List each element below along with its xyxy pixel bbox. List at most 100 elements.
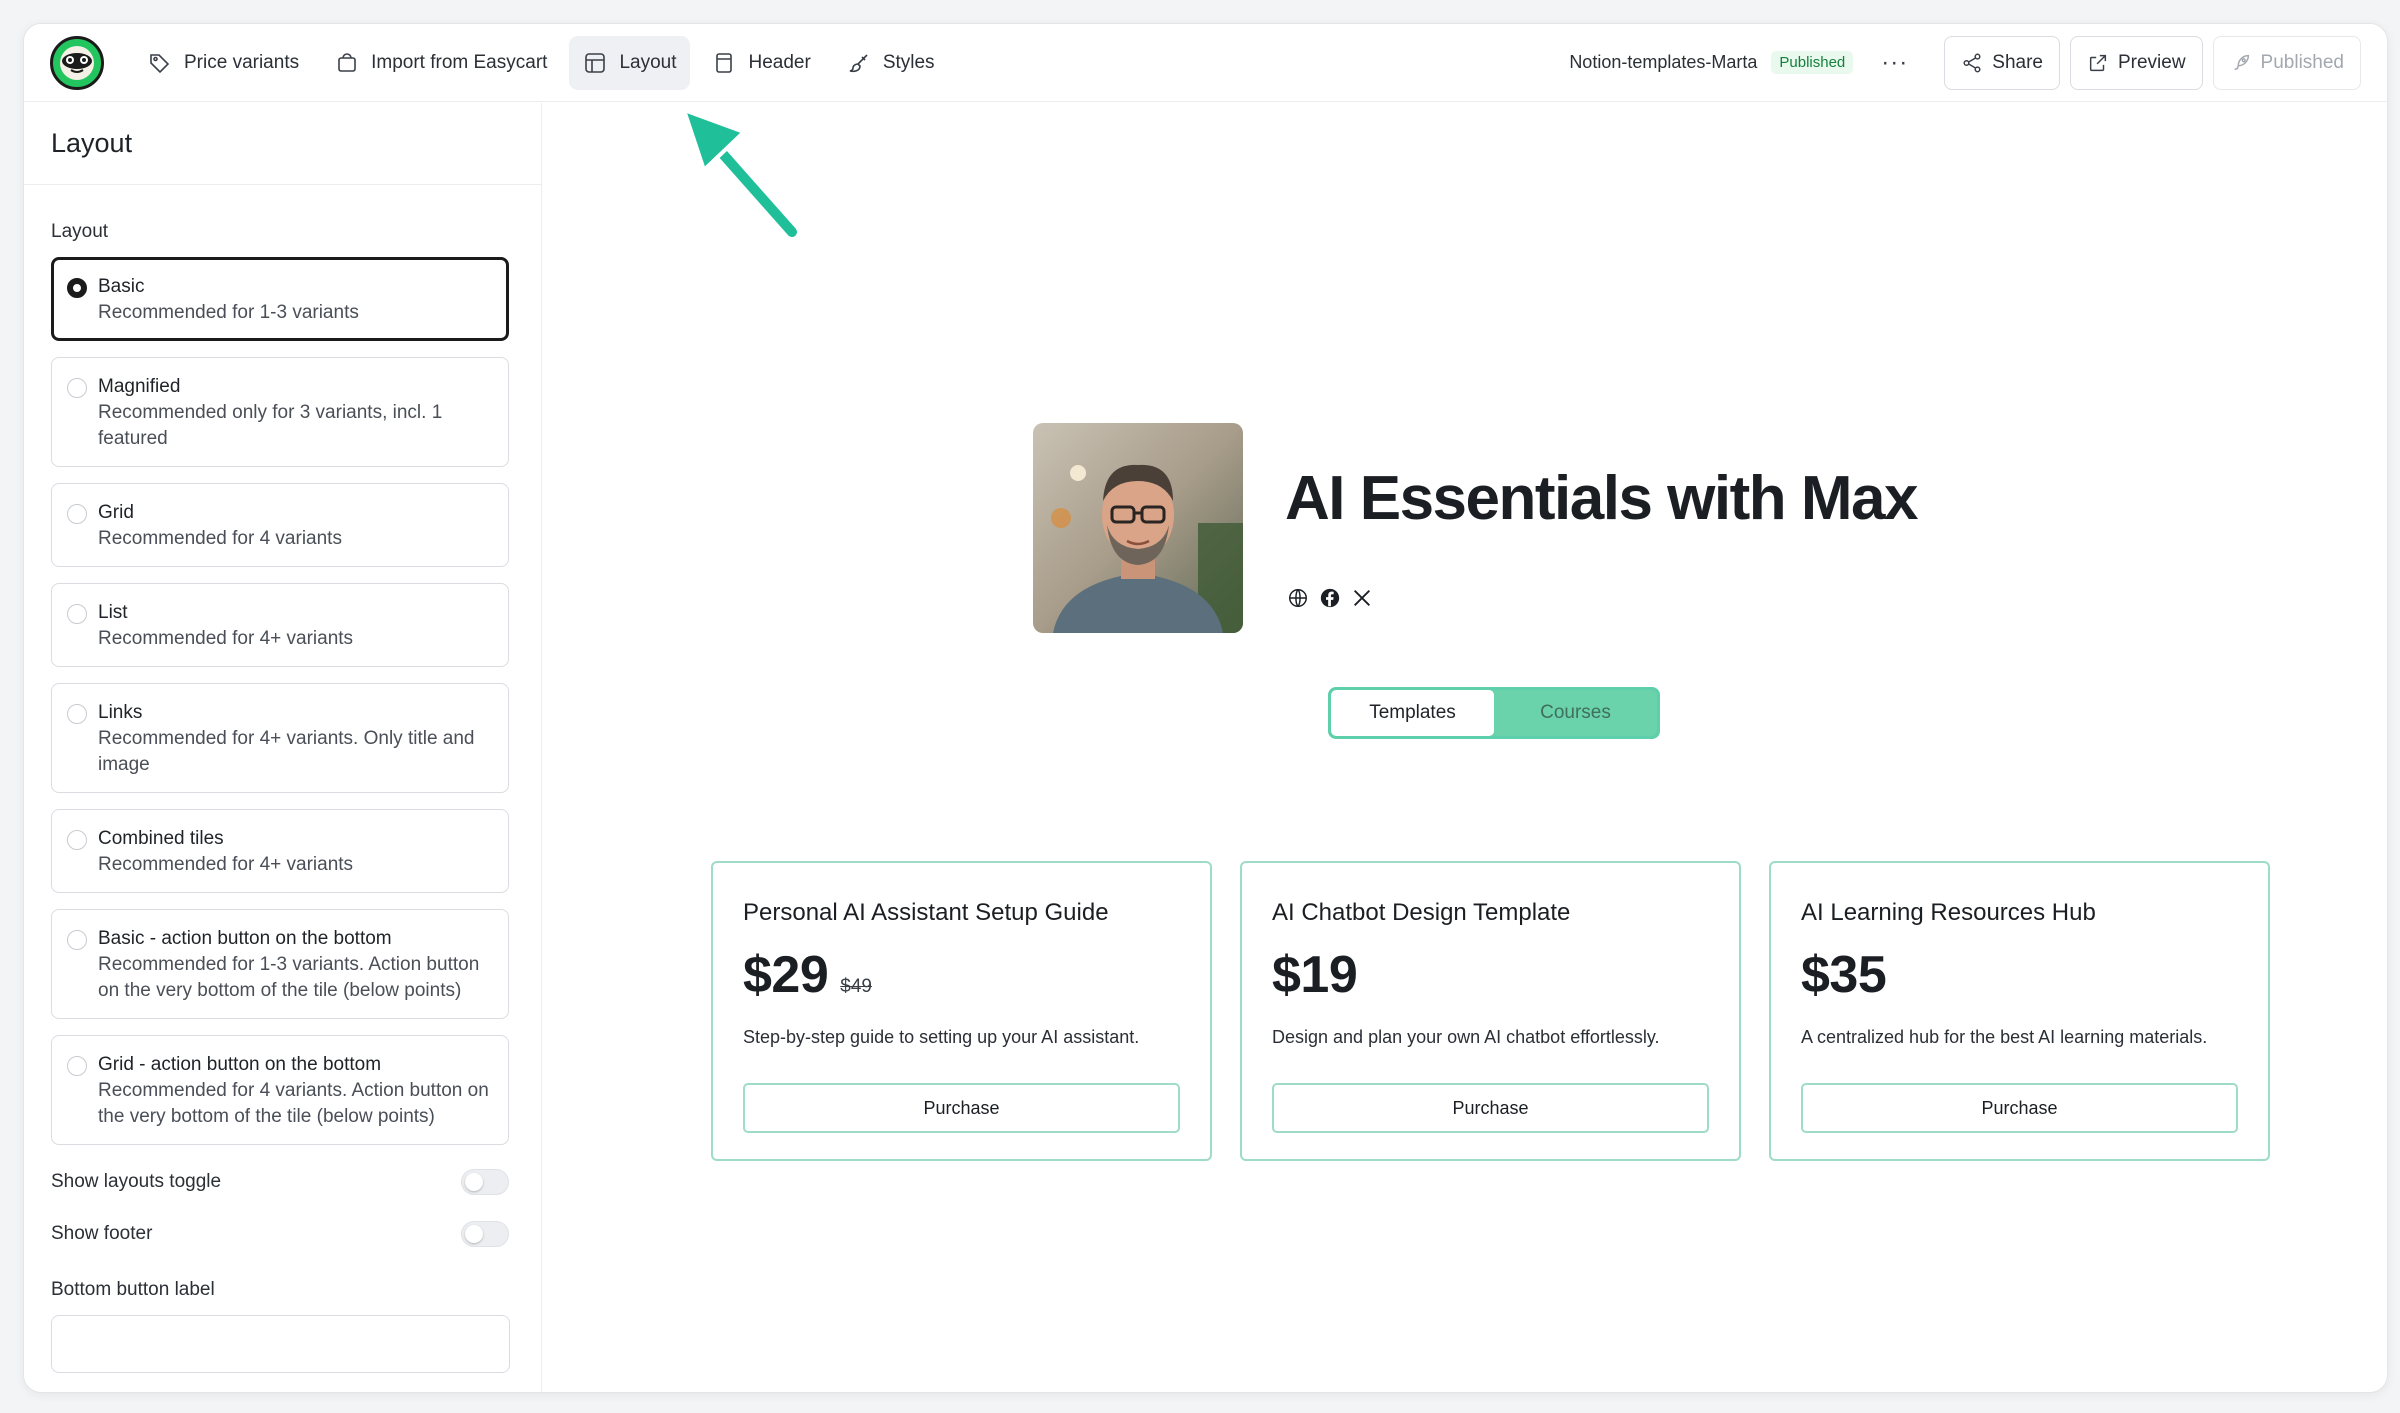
layout-option-grid-bottom-button[interactable]: Grid - action button on the bottom Recom… bbox=[51, 1035, 509, 1145]
layout-option-basic-bottom-button[interactable]: Basic - action button on the bottom Reco… bbox=[51, 909, 509, 1019]
purchase-button[interactable]: Purchase bbox=[1801, 1083, 2238, 1133]
radio-button[interactable] bbox=[67, 704, 87, 724]
product-card: AI Chatbot Design Template $19 Design an… bbox=[1240, 861, 1741, 1161]
layout-option-title: Combined tiles bbox=[98, 828, 224, 849]
bottom-button-label-input[interactable] bbox=[51, 1315, 510, 1373]
layout-option-combined-tiles[interactable]: Combined tiles Recommended for 4+ varian… bbox=[51, 809, 509, 893]
share-button-label: Share bbox=[1992, 51, 2043, 73]
product-card: Personal AI Assistant Setup Guide $29 $4… bbox=[711, 861, 1212, 1161]
bottom-button-label-title: Bottom button label bbox=[51, 1279, 215, 1300]
radio-button[interactable] bbox=[67, 830, 87, 850]
card-title: AI Chatbot Design Template bbox=[1272, 899, 1571, 926]
share-icon bbox=[1963, 53, 1981, 72]
radio-button[interactable] bbox=[67, 278, 87, 298]
nav-header-label: Header bbox=[748, 51, 811, 73]
show-footer-row: Show footer bbox=[51, 1219, 509, 1249]
layout-option-desc: Recommended for 4 variants bbox=[98, 528, 342, 549]
nav-import-easycart-label: Import from Easycart bbox=[371, 51, 548, 73]
show-layouts-toggle-row: Show layouts toggle bbox=[51, 1167, 509, 1197]
layout-option-grid[interactable]: Grid Recommended for 4 variants bbox=[51, 483, 509, 567]
external-link-icon bbox=[2089, 54, 2107, 71]
variant-tabs: Templates Courses bbox=[1328, 687, 1660, 739]
nav-import-easycart[interactable]: Import from Easycart bbox=[321, 36, 561, 90]
layout-option-title: Magnified bbox=[98, 376, 181, 397]
share-button[interactable]: Share bbox=[1944, 35, 2060, 90]
nav-price-variants-label: Price variants bbox=[184, 51, 300, 73]
rocket-icon bbox=[2233, 54, 2249, 70]
tab-courses[interactable]: Courses bbox=[1494, 690, 1657, 736]
card-price: $29 bbox=[743, 946, 829, 1004]
x-icon[interactable] bbox=[1351, 587, 1373, 609]
show-footer-label: Show footer bbox=[51, 1223, 153, 1244]
layout-option-desc: Recommended for 4 variants. Action butto… bbox=[98, 1080, 489, 1127]
tab-templates[interactable]: Templates bbox=[1331, 690, 1494, 736]
price-row: $29 $49 bbox=[743, 945, 1180, 1005]
show-footer-toggle[interactable] bbox=[461, 1221, 509, 1247]
layout-option-basic[interactable]: Basic Recommended for 1-3 variants bbox=[51, 257, 509, 341]
preview-button-label: Preview bbox=[2117, 51, 2186, 73]
nav-layout[interactable]: Layout bbox=[569, 35, 691, 90]
cart-icon bbox=[338, 52, 356, 72]
header-icon bbox=[716, 52, 733, 73]
layout-option-desc: Recommended for 1-3 variants bbox=[98, 302, 359, 323]
layout-option-title: List bbox=[98, 602, 128, 623]
card-title: AI Learning Resources Hub bbox=[1801, 899, 2096, 926]
status-badge: Published bbox=[1771, 51, 1854, 74]
app-window: Price variants Import from Easycart Layo… bbox=[23, 23, 2388, 1393]
card-price: $35 bbox=[1801, 946, 1887, 1004]
nav-styles[interactable]: Styles bbox=[833, 36, 949, 90]
layout-option-title: Grid bbox=[98, 502, 134, 523]
portrait-image bbox=[1033, 423, 1243, 633]
top-toolbar: Price variants Import from Easycart Layo… bbox=[24, 24, 2387, 102]
layout-option-magnified[interactable]: Magnified Recommended only for 3 variant… bbox=[51, 357, 509, 467]
nav-styles-label: Styles bbox=[882, 51, 935, 73]
radio-button[interactable] bbox=[67, 604, 87, 624]
app-logo[interactable] bbox=[50, 35, 104, 90]
layout-option-desc: Recommended for 4+ variants bbox=[98, 854, 354, 875]
layout-option-desc: Recommended for 4+ variants. Only title … bbox=[98, 728, 475, 775]
nav-header[interactable]: Header bbox=[698, 36, 824, 90]
card-old-price: $49 bbox=[840, 976, 872, 997]
layout-icon bbox=[585, 52, 606, 73]
layout-option-title: Basic - action button on the bottom bbox=[98, 928, 392, 949]
layout-option-title: Links bbox=[98, 702, 143, 723]
layout-option-desc: Recommended only for 3 variants, incl. 1… bbox=[98, 402, 443, 449]
radio-button[interactable] bbox=[67, 930, 87, 950]
radio-button[interactable] bbox=[67, 504, 87, 524]
page-preview: AI Essentials with Max Templates Courses… bbox=[543, 103, 2387, 1392]
published-button-label: Published bbox=[2260, 51, 2344, 73]
card-description: Step-by-step guide to setting up your AI… bbox=[743, 1027, 1140, 1047]
more-options-icon[interactable]: ··· bbox=[1881, 49, 1908, 77]
price-row: $35 bbox=[1801, 945, 2238, 1005]
layout-option-desc: Recommended for 4+ variants bbox=[98, 628, 354, 649]
profile-photo bbox=[1033, 423, 1243, 633]
show-layouts-toggle-label: Show layouts toggle bbox=[51, 1171, 222, 1192]
radio-button[interactable] bbox=[67, 378, 87, 398]
nav-price-variants[interactable]: Price variants bbox=[134, 36, 313, 90]
document-name: Notion-templates-Marta bbox=[1569, 52, 1758, 72]
settings-sidebar: Layout Layout Basic Recommended for 1-3 … bbox=[24, 103, 542, 1392]
layout-option-title: Grid - action button on the bottom bbox=[98, 1054, 382, 1075]
product-card: AI Learning Resources Hub $35 A centrali… bbox=[1769, 861, 2270, 1161]
card-description: A centralized hub for the best AI learni… bbox=[1801, 1027, 2208, 1047]
card-title: Personal AI Assistant Setup Guide bbox=[743, 899, 1109, 926]
tag-icon bbox=[150, 53, 170, 73]
radio-button[interactable] bbox=[67, 1056, 87, 1076]
show-layouts-toggle[interactable] bbox=[461, 1169, 509, 1195]
layout-option-list[interactable]: List Recommended for 4+ variants bbox=[51, 583, 509, 667]
layout-option-links[interactable]: Links Recommended for 4+ variants. Only … bbox=[51, 683, 509, 793]
layout-option-title: Basic bbox=[98, 276, 145, 297]
sidebar-body: Layout Basic Recommended for 1-3 variant… bbox=[24, 221, 541, 1373]
layout-option-desc: Recommended for 1-3 variants. Action but… bbox=[98, 954, 480, 1001]
brush-icon bbox=[849, 53, 868, 72]
purchase-button[interactable]: Purchase bbox=[1272, 1083, 1709, 1133]
annotation-arrow-icon bbox=[682, 108, 801, 241]
published-button[interactable]: Published bbox=[2212, 35, 2361, 90]
globe-icon[interactable] bbox=[1287, 587, 1309, 609]
card-description: Design and plan your own AI chatbot effo… bbox=[1272, 1027, 1660, 1047]
purchase-button[interactable]: Purchase bbox=[743, 1083, 1180, 1133]
price-row: $19 bbox=[1272, 945, 1709, 1005]
preview-button[interactable]: Preview bbox=[2069, 35, 2203, 90]
facebook-icon[interactable] bbox=[1319, 587, 1341, 609]
card-price: $19 bbox=[1272, 946, 1358, 1004]
